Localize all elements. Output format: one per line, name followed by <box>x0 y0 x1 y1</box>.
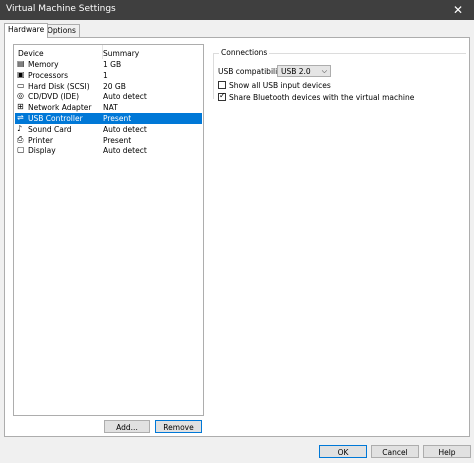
device-summary: Auto detect <box>103 92 147 102</box>
help-button[interactable]: Help <box>423 445 471 458</box>
device-summary: Auto detect <box>103 146 147 156</box>
device-summary: 1 GB <box>103 60 122 69</box>
column-header-summary[interactable]: Summary <box>103 49 139 58</box>
device-row-sound-card[interactable]: ♪ Sound Card Auto detect <box>15 124 202 135</box>
device-name: CD/DVD (IDE) <box>28 92 80 102</box>
display-icon: ▢ <box>17 145 25 155</box>
close-icon[interactable]: ✕ <box>442 0 474 20</box>
usb-compatibility-value: USB 2.0 <box>281 67 311 76</box>
device-row-usb-controller[interactable]: ⇌ USB Controller Present <box>15 113 202 124</box>
sound-card-icon: ♪ <box>17 123 23 133</box>
device-row-cd-dvd-ide[interactable]: ◎ CD/DVD (IDE) Auto detect <box>15 91 202 102</box>
ok-button[interactable]: OK <box>319 445 367 458</box>
remove-button[interactable]: Remove <box>155 420 202 433</box>
device-name: Display <box>28 146 56 156</box>
device-name: Network Adapter <box>28 103 92 113</box>
connections-group-label: Connections <box>219 48 270 57</box>
title-bar: Virtual Machine Settings ✕ <box>0 0 474 20</box>
processor-icon: ▣ <box>17 69 25 79</box>
chevron-down-icon: ⌵ <box>321 67 327 75</box>
usb-controller-icon: ⇌ <box>17 113 24 122</box>
connections-group: Connections USB compatibility: USB 2.0 ⌵… <box>213 47 471 102</box>
show-all-usb-checkbox[interactable] <box>218 81 226 89</box>
tab-hardware[interactable]: Hardware <box>4 23 49 38</box>
device-list-header: Device Summary <box>14 45 203 59</box>
device-row-processors[interactable]: ▣ Processors 1 <box>15 70 202 81</box>
checkmark-icon: ✓ <box>219 91 226 100</box>
tab-options[interactable]: Options <box>43 24 80 37</box>
cancel-button[interactable]: Cancel <box>371 445 419 458</box>
hard-disk-icon: ▭ <box>17 80 25 90</box>
device-name: Sound Card <box>28 124 72 134</box>
device-summary: Auto detect <box>103 124 147 134</box>
column-header-device[interactable]: Device <box>18 49 44 58</box>
device-row-display[interactable]: ▢ Display Auto detect <box>15 145 202 156</box>
device-name: Memory <box>28 60 59 69</box>
device-summary: Present <box>103 114 132 123</box>
window-title: Virtual Machine Settings <box>6 4 116 14</box>
device-name: Processors <box>28 70 69 80</box>
device-list[interactable]: Device Summary ▤ Memory 1 GB ▣ Processors 1 ▭ H… <box>13 44 204 416</box>
share-bluetooth-label[interactable]: Share Bluetooth devices with the virtual… <box>229 93 414 102</box>
device-summary: NAT <box>103 103 118 113</box>
usb-compatibility-select[interactable]: USB 2.0 ⌵ <box>277 65 331 77</box>
memory-icon: ▤ <box>17 59 25 68</box>
device-row-hard-disk-scsi[interactable]: ▭ Hard Disk (SCSI) 20 GB <box>15 81 202 92</box>
device-summary: Present <box>103 135 132 145</box>
device-summary: 20 GB <box>103 81 126 91</box>
device-name: Hard Disk (SCSI) <box>28 81 90 91</box>
printer-icon: ⎙ <box>17 134 24 144</box>
dialog-button-bar: OK Cancel Help <box>0 437 474 463</box>
device-name: USB Controller <box>28 114 83 123</box>
cd-dvd-icon: ◎ <box>17 91 24 101</box>
device-summary: 1 <box>103 70 108 80</box>
share-bluetooth-checkbox[interactable]: ✓ <box>218 91 226 101</box>
network-adapter-icon: ⊞ <box>17 102 24 112</box>
show-all-usb-label[interactable]: Show all USB input devices <box>229 81 331 90</box>
device-row-memory[interactable]: ▤ Memory 1 GB <box>15 59 202 70</box>
hardware-tab-panel: Device Summary ▤ Memory 1 GB ▣ Processors 1 ▭ H… <box>4 37 470 437</box>
add-button[interactable]: Add... <box>104 420 150 433</box>
device-row-printer[interactable]: ⎙ Printer Present <box>15 135 202 146</box>
device-row-network-adapter[interactable]: ⊞ Network Adapter NAT <box>15 102 202 113</box>
device-name: Printer <box>28 135 53 145</box>
